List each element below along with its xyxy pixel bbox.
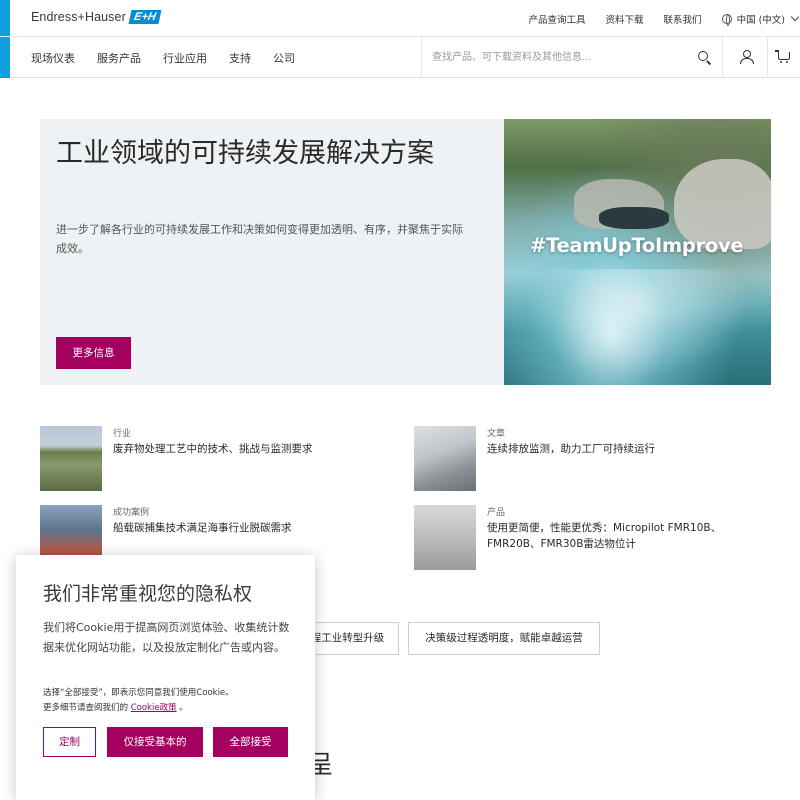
hero-banner: 工业领域的可持续发展解决方案 进一步了解各行业的可持续发展工作和决策如何变得更加… bbox=[40, 119, 771, 385]
hero-title: 工业领域的可持续发展解决方案 bbox=[56, 138, 434, 169]
search-bar bbox=[421, 37, 722, 78]
account-button[interactable] bbox=[722, 37, 767, 78]
hero-image[interactable]: #TeamUpToImprove bbox=[504, 119, 771, 385]
cart-icon bbox=[775, 50, 790, 63]
content-card[interactable]: 行业 废弃物处理工艺中的技术、挑战与监测要求 bbox=[40, 426, 400, 492]
nav-item-industries[interactable]: 行业应用 bbox=[163, 50, 207, 66]
globe-icon bbox=[721, 13, 732, 26]
top-link-contact[interactable]: 联系我们 bbox=[664, 12, 702, 26]
card-title[interactable]: 废弃物处理工艺中的技术、挑战与监测要求 bbox=[113, 441, 398, 457]
nav-item-field-instruments[interactable]: 现场仪表 bbox=[31, 50, 75, 66]
card-category: 文章 bbox=[487, 429, 506, 439]
nav-item-services[interactable]: 服务产品 bbox=[97, 50, 141, 66]
cookie-note-suffix: 。 bbox=[179, 703, 188, 713]
cookie-title: 我们非常重视您的隐私权 bbox=[43, 583, 253, 605]
top-link-downloads[interactable]: 资料下载 bbox=[606, 12, 644, 26]
cookie-note: 选择“全部接受”，即表示您同意我们使用Cookie。 更多细节请查阅我们的 Co… bbox=[43, 686, 303, 716]
cookie-text: 我们将Cookie用于提高网页浏览体验、收集统计数据来优化网站功能，以及投放定制… bbox=[43, 621, 290, 654]
nav-item-company[interactable]: 公司 bbox=[273, 50, 295, 66]
card-title[interactable]: 使用更简便，性能更优秀：Micropilot FMR10B、FMR20B、FMR… bbox=[487, 520, 772, 552]
accept-essential-button[interactable]: 仅接受基本的 bbox=[107, 727, 203, 757]
cookie-note-prefix: 更多细节请查阅我们的 bbox=[43, 703, 129, 713]
card-thumbnail bbox=[40, 426, 102, 491]
cookie-policy-link[interactable]: Cookie政策 bbox=[131, 703, 177, 713]
cookie-note-line1: 选择“全部接受”，即表示您同意我们使用Cookie。 bbox=[43, 688, 234, 698]
card-category: 产品 bbox=[487, 508, 506, 518]
logo-mark: E+H bbox=[128, 10, 162, 24]
topic-tag[interactable]: 决策级过程透明度，赋能卓越运营 bbox=[408, 622, 600, 655]
logo-text: Endress+Hauser bbox=[31, 10, 126, 24]
accept-all-button[interactable]: 全部接受 bbox=[213, 727, 288, 757]
nav-item-support[interactable]: 支持 bbox=[229, 50, 251, 66]
content-card[interactable]: 产品 使用更简便，性能更优秀：Micropilot FMR10B、FMR20B、… bbox=[414, 505, 774, 571]
hero-hashtag: #TeamUpToImprove bbox=[530, 234, 744, 257]
search-icon[interactable] bbox=[698, 51, 708, 61]
card-thumbnail bbox=[414, 505, 476, 570]
customize-button[interactable]: 定制 bbox=[43, 727, 96, 757]
logo[interactable]: Endress+Hauser E+H bbox=[31, 10, 162, 24]
content-card[interactable]: 文章 连续排放监测，助力工厂可持续运行 bbox=[414, 426, 774, 492]
top-links: 产品查询工具 资料下载 联系我们 中国 (中文) bbox=[529, 0, 800, 37]
cookie-consent-dialog: 我们非常重视您的隐私权 我们将Cookie用于提高网页浏览体验、收集统计数据来优… bbox=[16, 555, 315, 800]
hero-description: 进一步了解各行业的可持续发展工作和决策如何变得更加透明、有序，并聚焦于实际成效。 bbox=[56, 223, 463, 255]
cart-button[interactable] bbox=[767, 37, 800, 78]
language-selector[interactable]: 中国 (中文) bbox=[721, 12, 800, 26]
cookie-note-line2: 更多细节请查阅我们的 Cookie政策 。 bbox=[43, 701, 303, 716]
main-nav: 现场仪表 服务产品 行业应用 支持 公司 bbox=[31, 37, 317, 78]
more-info-button[interactable]: 更多信息 bbox=[56, 337, 131, 369]
header-top: Endress+Hauser E+H 产品查询工具 资料下载 联系我们 中国 (… bbox=[0, 0, 800, 37]
card-category: 行业 bbox=[113, 429, 132, 439]
user-icon bbox=[740, 50, 754, 64]
card-title[interactable]: 船载碳捕集技术满足海事行业脱碳需求 bbox=[113, 520, 398, 536]
top-link-product-tools[interactable]: 产品查询工具 bbox=[529, 12, 586, 26]
card-title[interactable]: 连续排放监测，助力工厂可持续运行 bbox=[487, 441, 772, 457]
search-input[interactable] bbox=[432, 49, 682, 66]
header-main: 现场仪表 服务产品 行业应用 支持 公司 bbox=[10, 37, 800, 78]
chevron-down-icon bbox=[790, 12, 800, 21]
card-category: 成功案例 bbox=[113, 508, 150, 518]
card-thumbnail bbox=[414, 426, 476, 491]
language-label: 中国 (中文) bbox=[736, 14, 785, 26]
water-foam bbox=[504, 269, 771, 385]
kayak-shape bbox=[599, 207, 669, 229]
